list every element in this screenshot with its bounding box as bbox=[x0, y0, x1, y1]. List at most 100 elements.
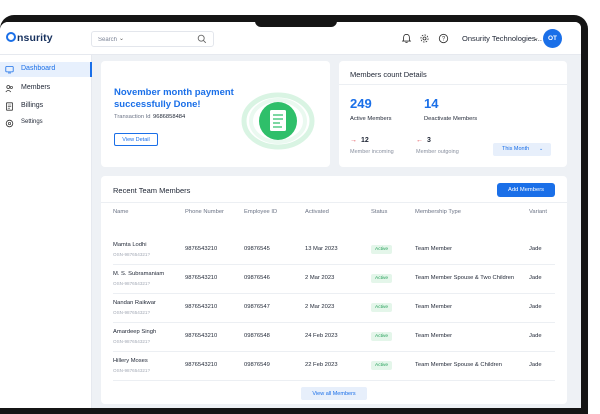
sidebar-item-settings[interactable]: Settings bbox=[0, 116, 92, 131]
table-row[interactable]: Nandan Raikwar OSN-987654321? 9876543210… bbox=[113, 294, 555, 323]
sidebar-item-billings[interactable]: Billings bbox=[0, 99, 92, 114]
period-select[interactable]: This Month ⌄ bbox=[493, 143, 551, 156]
member-employee-id: 09876545 bbox=[244, 246, 270, 252]
table-row[interactable]: Amardeep Singh OSN-987654321? 9876543210… bbox=[113, 323, 555, 352]
payment-status-card: November month payment successfully Done… bbox=[101, 61, 330, 167]
column-header-employee-id[interactable]: Employee ID bbox=[244, 209, 277, 215]
app-screen: nsurity ⌄ ? Onsurity Technologies... ⌄ O… bbox=[0, 22, 581, 408]
dashboard-icon bbox=[5, 66, 14, 74]
payment-success-illustration bbox=[241, 92, 315, 150]
org-chevron-down-icon[interactable]: ⌄ bbox=[533, 34, 539, 42]
period-value: This Month bbox=[502, 146, 530, 152]
column-header-status[interactable]: Status bbox=[371, 209, 387, 215]
member-name: Amardeep Singh bbox=[113, 329, 157, 335]
member-phone: 9876543210 bbox=[185, 333, 218, 339]
column-header-variant[interactable]: Variant bbox=[529, 209, 547, 215]
outgoing-count: 3 bbox=[427, 137, 431, 144]
member-osn: OSN-987654321? bbox=[113, 252, 151, 257]
member-phone: 9876543210 bbox=[185, 275, 218, 281]
add-members-button[interactable]: Add Members bbox=[497, 183, 555, 197]
member-name: Mamta Lodhi bbox=[113, 242, 147, 248]
recent-team-members-title: Recent Team Members bbox=[113, 186, 191, 195]
member-phone: 9876543210 bbox=[185, 362, 218, 368]
gear-icon[interactable] bbox=[419, 33, 430, 44]
app-logo[interactable]: nsurity bbox=[6, 32, 53, 44]
divider bbox=[339, 84, 567, 85]
active-members-count: 249 bbox=[350, 96, 372, 111]
billings-icon bbox=[5, 102, 13, 111]
avatar[interactable]: OT bbox=[543, 29, 562, 48]
sidebar-item-label: Billings bbox=[21, 102, 44, 109]
member-variant: Jade bbox=[529, 333, 542, 339]
transaction-id-value: 9686858484 bbox=[153, 114, 186, 120]
member-type: Team Member Spouse & Children bbox=[415, 362, 502, 368]
member-variant: Jade bbox=[529, 362, 542, 368]
member-osn: OSN-987654321? bbox=[113, 339, 151, 344]
member-variant: Jade bbox=[529, 275, 542, 281]
search-box[interactable]: ⌄ bbox=[91, 31, 214, 47]
sidebar-item-label: Settings bbox=[21, 119, 43, 125]
members-icon bbox=[5, 85, 13, 93]
chevron-down-icon: ⌄ bbox=[539, 146, 544, 152]
transaction-id-label: Transaction Id bbox=[114, 114, 151, 120]
status-badge: Active bbox=[371, 332, 393, 341]
sidebar-item-label: Members bbox=[21, 84, 51, 91]
laptop-frame: nsurity ⌄ ? Onsurity Technologies... ⌄ O… bbox=[0, 0, 600, 414]
status-badge: Active bbox=[371, 361, 393, 370]
member-activated: 2 Mar 2023 bbox=[305, 275, 335, 281]
member-phone: 9876543210 bbox=[185, 304, 218, 310]
member-variant: Jade bbox=[529, 246, 542, 252]
logo-text: nsurity bbox=[17, 32, 53, 44]
member-type: Team Member bbox=[415, 304, 453, 310]
member-osn: OSN-987654321? bbox=[113, 310, 151, 315]
search-icon[interactable] bbox=[197, 34, 207, 44]
member-employee-id: 09876549 bbox=[244, 362, 270, 368]
members-count-title: Members count Details bbox=[350, 70, 427, 79]
member-type: Team Member bbox=[415, 333, 453, 339]
column-header-phone[interactable]: Phone Number bbox=[185, 209, 224, 215]
payment-title: November month payment successfully Done… bbox=[114, 87, 234, 110]
outgoing-stat: ← 3 bbox=[416, 137, 431, 144]
svg-text:?: ? bbox=[442, 37, 446, 43]
member-employee-id: 09876548 bbox=[244, 333, 270, 339]
sidebar: Dashboard Members Billings Settings bbox=[0, 55, 92, 408]
recent-team-members-card: Recent Team Members Add Members Name Pho… bbox=[101, 176, 567, 404]
deactive-members-count: 14 bbox=[424, 96, 439, 111]
sidebar-item-members[interactable]: Members bbox=[0, 81, 92, 96]
divider bbox=[101, 202, 567, 203]
member-activated: 22 Feb 2023 bbox=[305, 362, 338, 368]
column-header-name[interactable]: Name bbox=[113, 209, 128, 215]
sidebar-item-dashboard[interactable]: Dashboard bbox=[0, 62, 92, 77]
member-employee-id: 09876547 bbox=[244, 304, 270, 310]
incoming-count: 12 bbox=[361, 137, 369, 144]
incoming-stat: → 12 bbox=[350, 137, 369, 144]
help-icon[interactable]: ? bbox=[438, 33, 449, 44]
status-badge: Active bbox=[371, 245, 393, 254]
arrow-incoming-icon: → bbox=[350, 137, 357, 144]
deactive-members-label: Deactivate Members bbox=[424, 116, 478, 122]
table-row[interactable]: Hillery Moses OSN-987654321? 9876543210 … bbox=[113, 352, 555, 381]
column-header-membership-type[interactable]: Membership Type bbox=[415, 209, 461, 215]
settings-icon bbox=[5, 119, 14, 128]
outgoing-label: Member outgoing bbox=[416, 149, 459, 155]
column-header-activated[interactable]: Activated bbox=[305, 209, 329, 215]
view-detail-button[interactable]: View Detail bbox=[114, 133, 158, 146]
incoming-label: Member incoming bbox=[350, 149, 394, 155]
bell-icon[interactable] bbox=[401, 33, 412, 44]
member-employee-id: 09876546 bbox=[244, 275, 270, 281]
member-name: M. S. Subramaniam bbox=[113, 271, 165, 277]
table-row[interactable]: M. S. Subramaniam OSN-987654321? 9876543… bbox=[113, 265, 555, 294]
member-type: Team Member bbox=[415, 246, 453, 252]
chevron-down-icon[interactable]: ⌄ bbox=[119, 35, 124, 42]
view-all-members-button[interactable]: View all Members bbox=[301, 387, 367, 400]
table-row[interactable]: Mamta Lodhi OSN-987654321? 9876543210 09… bbox=[113, 236, 555, 265]
members-count-card: Members count Details 249 Active Members… bbox=[339, 61, 567, 167]
search-input[interactable] bbox=[98, 34, 168, 45]
camera-notch bbox=[255, 15, 337, 27]
logo-mark bbox=[6, 32, 16, 42]
member-variant: Jade bbox=[529, 304, 542, 310]
status-badge: Active bbox=[371, 274, 393, 283]
org-name[interactable]: Onsurity Technologies... bbox=[462, 34, 542, 43]
member-activated: 24 Feb 2023 bbox=[305, 333, 338, 339]
sidebar-item-label: Dashboard bbox=[21, 65, 56, 72]
